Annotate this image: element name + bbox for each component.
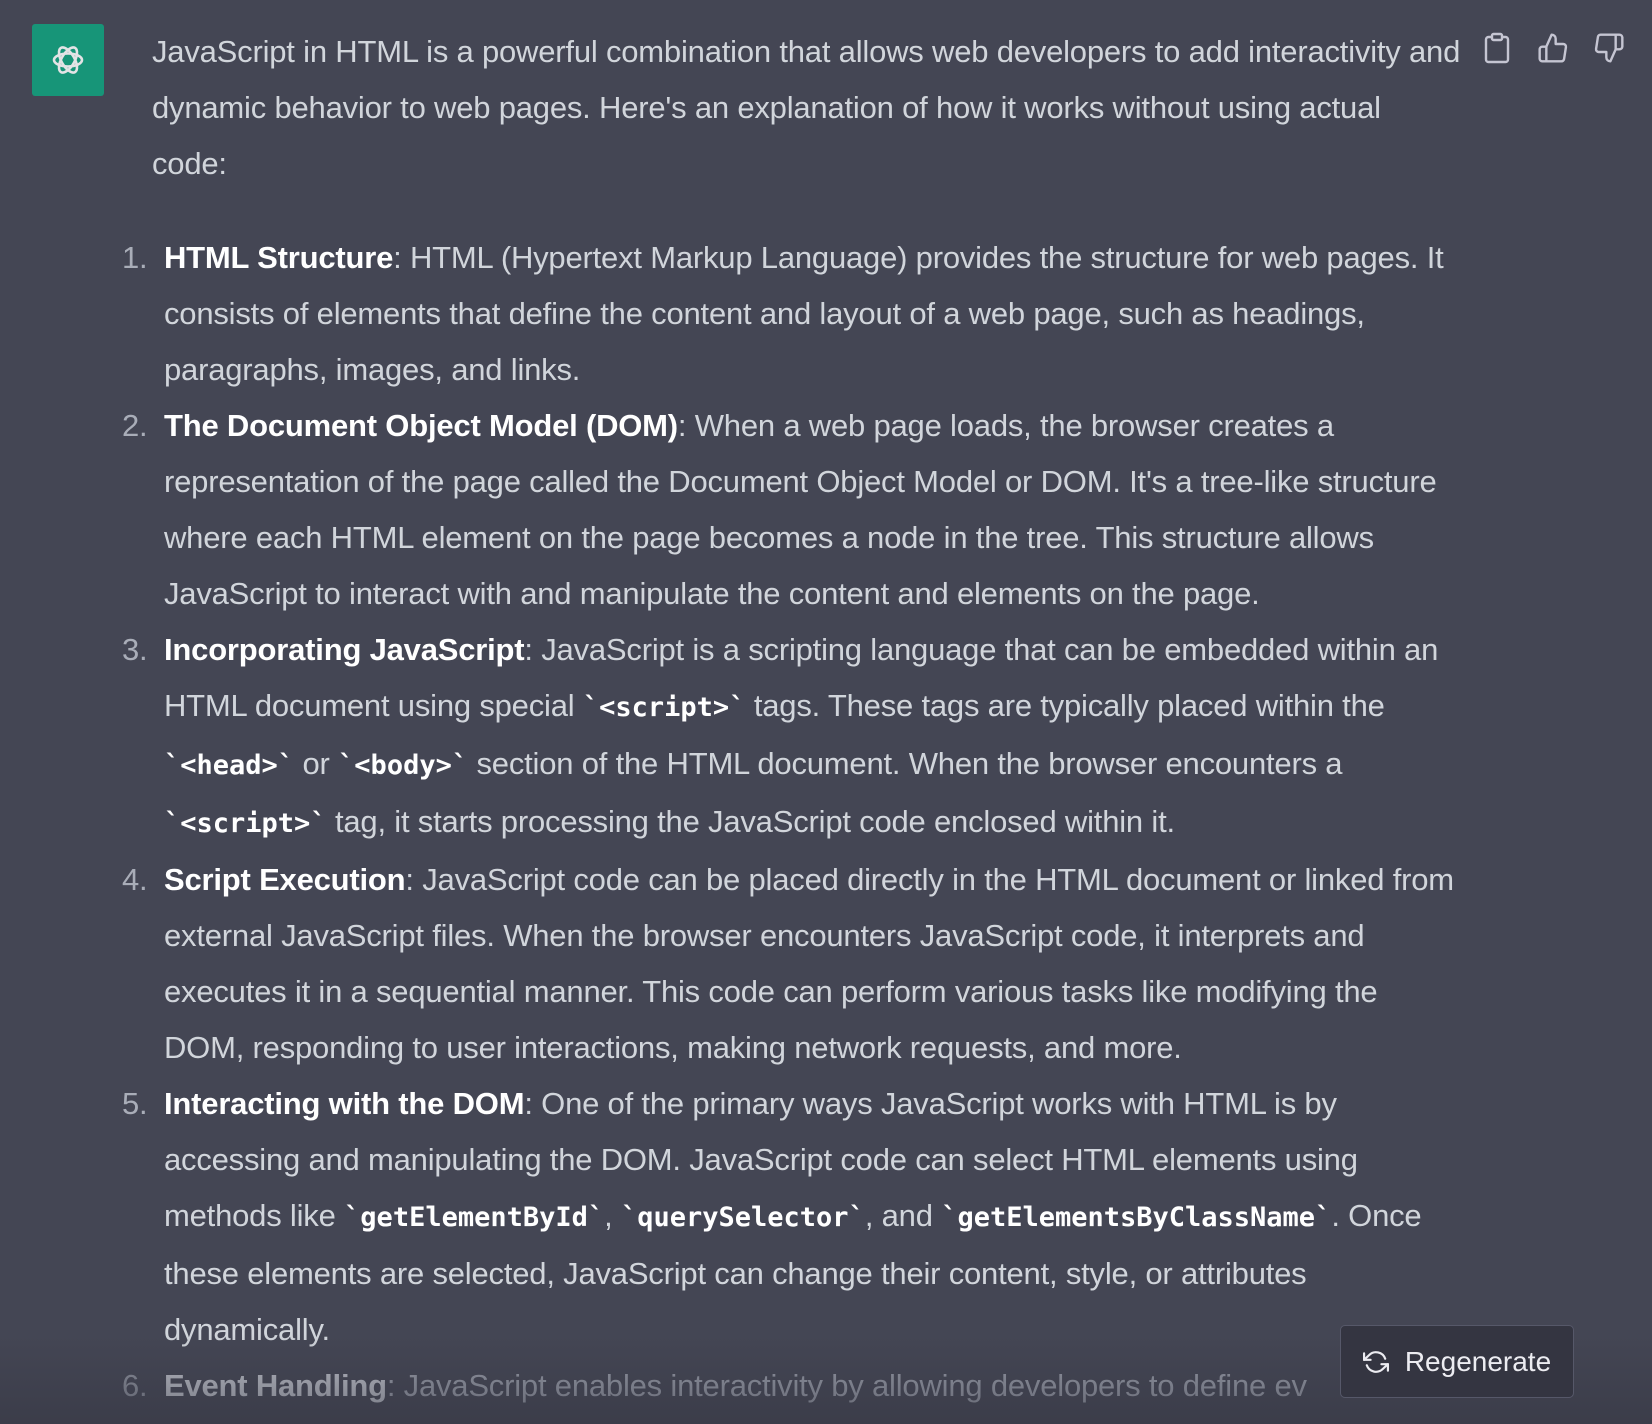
inline-code: `getElementsByClassName` [941,1202,1332,1233]
item-title: Interacting with the DOM [164,1086,525,1121]
item-title: Script Execution [164,862,406,897]
item-text: section of the HTML document. When the b… [468,746,1343,781]
list-number: 3. [122,632,148,667]
item-text: : JavaScript enables interactivity by al… [386,1368,1307,1403]
inline-code: `<script>` [582,692,746,723]
list-item: 4. Script Execution: JavaScript code can… [122,852,1464,1076]
assistant-avatar [32,24,104,96]
item-text: or [294,746,339,781]
thumbs-up-icon [1538,33,1568,63]
openai-logo-icon [52,46,84,74]
regenerate-button[interactable]: Regenerate [1340,1325,1574,1398]
item-title: Incorporating JavaScript [164,632,525,667]
item-title: HTML Structure [164,240,394,275]
message-intro: JavaScript in HTML is a powerful combina… [152,34,1461,181]
message-actions [1480,30,1626,66]
refresh-icon [1362,1350,1389,1373]
list-number: 4. [122,862,148,897]
thumbs-down-button[interactable] [1592,30,1626,66]
inline-code: `getElementById` [344,1202,605,1233]
item-title: Event Handling [164,1368,387,1403]
clipboard-icon [1484,32,1510,64]
assistant-message: JavaScript in HTML is a powerful combina… [122,24,1464,1414]
copy-button[interactable] [1480,30,1514,66]
list-item: 1. HTML Structure: HTML (Hypertext Marku… [122,230,1464,398]
item-title: The Document Object Model (DOM) [164,408,678,443]
inline-code: `<script>` [164,808,327,839]
item-text: tags. These tags are typically placed wi… [745,688,1385,723]
regenerate-label: Regenerate [1404,1345,1552,1377]
item-text: , and [864,1198,942,1233]
thumbs-up-button[interactable] [1536,30,1570,66]
explanation-list: 1. HTML Structure: HTML (Hypertext Marku… [122,230,1464,1414]
list-item: 2. The Document Object Model (DOM): When… [122,398,1464,622]
inline-code: `<head>` [164,750,295,781]
list-number: 1. [122,240,148,275]
list-item: 3. Incorporating JavaScript: JavaScript … [122,622,1464,852]
list-item: 5. Interacting with the DOM: One of the … [122,1076,1464,1358]
item-text: tag, it starts processing the JavaScript… [326,804,1175,839]
item-text: , [604,1198,621,1233]
inline-code: `<body>` [338,750,469,781]
list-item: 6. Event Handling: JavaScript enables in… [122,1358,1464,1414]
inline-code: `querySelector` [620,1202,865,1233]
list-number: 2. [122,408,148,443]
thumbs-down-icon [1594,33,1624,63]
list-number: 5. [122,1086,148,1121]
list-number: 6. [122,1368,148,1403]
